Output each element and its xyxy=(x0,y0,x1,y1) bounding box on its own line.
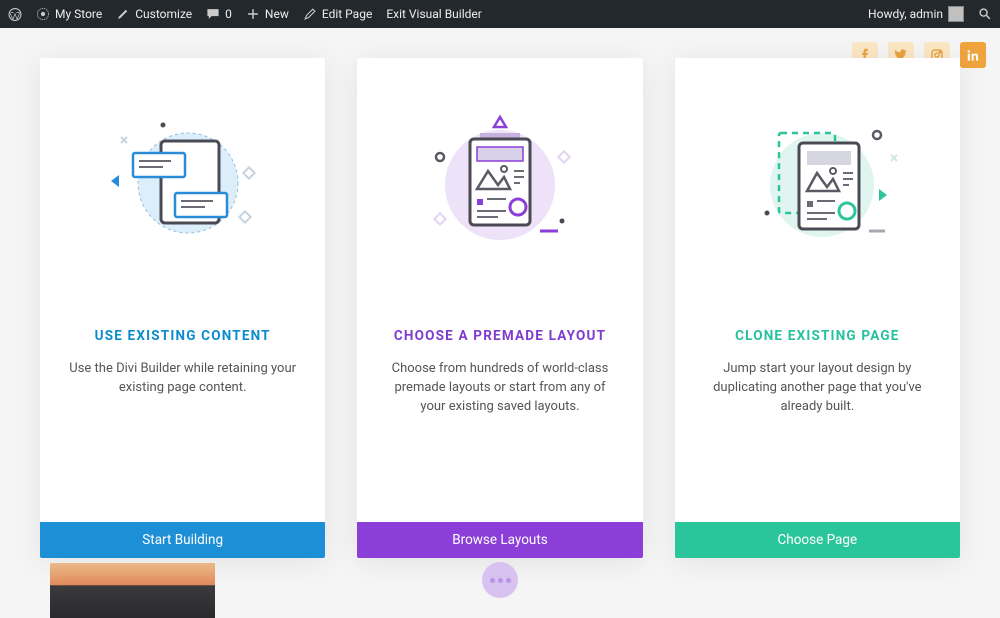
dot-icon xyxy=(490,578,495,583)
comments-link[interactable]: 0 xyxy=(206,7,232,21)
browse-layouts-button[interactable]: Browse Layouts xyxy=(357,522,642,558)
exit-vb-label: Exit Visual Builder xyxy=(386,7,482,21)
more-options-fab[interactable] xyxy=(482,562,518,598)
dot-icon xyxy=(506,578,511,583)
card-clone-page: CLONE EXISTING PAGE Jump start your layo… xyxy=(675,58,960,558)
linkedin-icon[interactable] xyxy=(960,42,986,68)
new-label: New xyxy=(265,7,289,21)
comment-icon xyxy=(206,7,220,21)
site-name-label: My Store xyxy=(55,7,102,21)
card-title: USE EXISTING CONTENT xyxy=(40,328,325,344)
pencil-icon xyxy=(303,7,317,21)
start-building-button[interactable]: Start Building xyxy=(40,522,325,558)
search-icon xyxy=(978,7,992,21)
wordpress-icon xyxy=(8,7,22,21)
card-description: Jump start your layout design by duplica… xyxy=(675,360,960,417)
site-name-link[interactable]: My Store xyxy=(36,7,102,21)
card-title: CLONE EXISTING PAGE xyxy=(675,328,960,344)
home-icon xyxy=(36,7,50,21)
builder-choice-cards: USE EXISTING CONTENT Use the Divi Builde… xyxy=(40,58,960,558)
greeting-label: Howdy, admin xyxy=(868,7,943,21)
card-description: Choose from hundreds of world-class prem… xyxy=(357,360,642,417)
comments-count: 0 xyxy=(225,7,232,21)
card-title: CHOOSE A PREMADE LAYOUT xyxy=(357,328,642,344)
illustration-clone xyxy=(675,58,960,268)
illustration-existing xyxy=(40,58,325,268)
edit-page-link[interactable]: Edit Page xyxy=(303,7,372,21)
card-premade-layout: CHOOSE A PREMADE LAYOUT Choose from hund… xyxy=(357,58,642,558)
new-link[interactable]: New xyxy=(246,7,289,21)
card-use-existing: USE EXISTING CONTENT Use the Divi Builde… xyxy=(40,58,325,558)
customize-label: Customize xyxy=(135,7,192,21)
illustration-premade xyxy=(357,58,642,268)
dot-icon xyxy=(498,578,503,583)
choose-page-button[interactable]: Choose Page xyxy=(675,522,960,558)
edit-page-label: Edit Page xyxy=(322,7,372,21)
plus-icon xyxy=(246,7,260,21)
brush-icon xyxy=(116,7,130,21)
card-description: Use the Divi Builder while retaining you… xyxy=(40,360,325,398)
background-image-remnant xyxy=(50,563,215,618)
account-link[interactable]: Howdy, admin xyxy=(868,6,964,22)
search-toggle[interactable] xyxy=(978,7,992,21)
wp-logo[interactable] xyxy=(8,7,22,21)
avatar xyxy=(948,6,964,22)
customize-link[interactable]: Customize xyxy=(116,7,192,21)
exit-visual-builder-link[interactable]: Exit Visual Builder xyxy=(386,7,482,21)
wp-admin-bar: My Store Customize 0 New Edit Page xyxy=(0,0,1000,28)
